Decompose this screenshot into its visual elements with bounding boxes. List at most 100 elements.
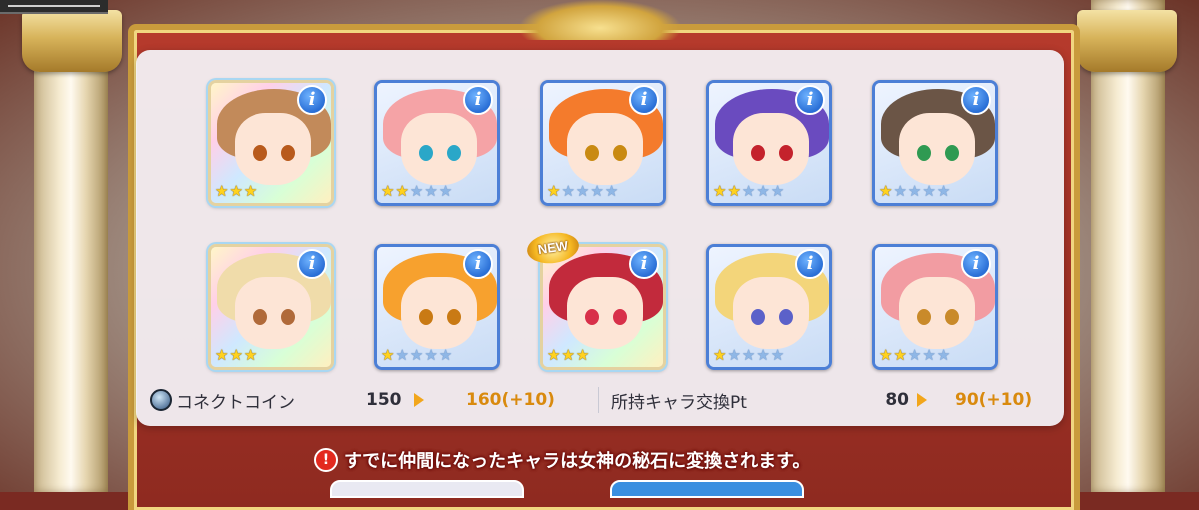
star-icon-empty: ★: [936, 182, 951, 200]
bottom-button-right[interactable]: [610, 480, 804, 498]
character-face: [733, 277, 809, 349]
right-pillar-capital: [1077, 10, 1177, 72]
character-eye: [945, 309, 959, 325]
character-eye: [281, 309, 295, 325]
info-icon-button[interactable]: i: [961, 85, 991, 115]
character-eye: [253, 309, 267, 325]
info-icon-button[interactable]: i: [961, 249, 991, 279]
star-rating: ★ ★ ★ ★ ★: [713, 183, 784, 199]
arrow-right-icon: [917, 393, 927, 407]
character-card[interactable]: i ★ ★ ★ ★ ★: [706, 80, 832, 206]
star-icon-empty: ★: [770, 346, 785, 364]
star-icon-empty: ★: [741, 346, 756, 364]
result-panel: i ★ ★ ★ i ★ ★ ★ ★ ★ i ★ ★ ★ ★ ★ i ★ ★ ★ ★ ★ i ★ ★ ★ ★ ★ i ★ ★ ★ i ★ ★ ★ ★ ★ i ★…: [136, 50, 1064, 426]
star-rating: ★ ★ ★ ★ ★: [879, 183, 950, 199]
character-eye: [751, 309, 765, 325]
character-card[interactable]: i ★ ★ ★ ★ ★: [374, 244, 500, 370]
info-icon-button[interactable]: i: [297, 249, 327, 279]
gold-crest-ornament: [520, 0, 680, 40]
star-icon-empty: ★: [395, 346, 409, 364]
info-icon-button[interactable]: i: [463, 85, 493, 115]
left-pillar-capital: [22, 10, 122, 72]
star-icon-empty: ★: [922, 346, 936, 364]
connect-coin-after: 160(+10): [466, 390, 555, 410]
divider: [598, 387, 599, 413]
info-icon-button[interactable]: i: [463, 249, 493, 279]
warning-text: すでに仲間になったキャラは女神の秘石に変換されます。: [344, 451, 811, 472]
star-icon-empty: ★: [604, 182, 619, 200]
character-eye: [419, 309, 433, 325]
star-icon-filled: ★: [575, 346, 590, 364]
character-card[interactable]: i ★ ★ ★: [208, 80, 334, 206]
character-card[interactable]: i ★ ★ ★ ★ ★: [374, 80, 500, 206]
arrow-right-icon: [414, 393, 424, 407]
star-rating: ★ ★ ★ ★ ★: [713, 347, 784, 363]
info-icon-button[interactable]: i: [629, 85, 659, 115]
character-card[interactable]: i ★ ★ ★ ★ ★: [706, 244, 832, 370]
character-eye: [585, 309, 599, 325]
info-icon-button[interactable]: i: [297, 85, 327, 115]
star-icon-empty: ★: [727, 346, 741, 364]
character-eye: [779, 309, 793, 325]
star-icon-empty: ★: [590, 182, 604, 200]
character-eye: [281, 145, 295, 161]
star-rating: ★ ★ ★ ★ ★: [381, 183, 452, 199]
star-icon-filled: ★: [229, 182, 243, 200]
conversion-warning: ! すでに仲間になったキャラは女神の秘石に変換されます。: [314, 444, 810, 476]
character-grid: i ★ ★ ★ i ★ ★ ★ ★ ★ i ★ ★ ★ ★ ★ i ★ ★ ★ ★ ★ i ★ ★ ★ ★ ★ i ★ ★ ★ i ★ ★ ★ ★ ★ i ★…: [208, 80, 998, 370]
coin-icon: [150, 389, 172, 411]
connect-coin-current: 150: [366, 390, 402, 410]
exchange-pt-label: 所持キャラ交換Pt: [611, 392, 747, 413]
star-icon-filled: ★: [893, 346, 907, 364]
star-rating: ★ ★ ★ ★ ★: [547, 183, 618, 199]
character-face: [235, 113, 311, 185]
star-icon-empty: ★: [409, 346, 424, 364]
star-icon-filled: ★: [727, 182, 741, 200]
star-icon-empty: ★: [561, 182, 575, 200]
star-icon-empty: ★: [575, 182, 590, 200]
info-icon-button[interactable]: i: [629, 249, 659, 279]
star-icon-empty: ★: [424, 346, 438, 364]
star-icon-empty: ★: [893, 182, 907, 200]
character-eye: [613, 309, 627, 325]
character-face: [899, 113, 975, 185]
star-icon-filled: ★: [879, 182, 893, 200]
star-rating: ★ ★ ★ ★ ★: [381, 347, 452, 363]
star-icon-filled: ★: [243, 346, 258, 364]
status-bar-indicator: [0, 0, 108, 14]
star-icon-filled: ★: [229, 346, 243, 364]
character-face: [401, 277, 477, 349]
character-eye: [945, 145, 959, 161]
character-eye: [447, 309, 461, 325]
character-card[interactable]: i ★ ★ ★ ★ ★: [872, 80, 998, 206]
star-icon-empty: ★: [756, 182, 770, 200]
star-icon-empty: ★: [424, 182, 438, 200]
left-pillar: [34, 0, 108, 492]
star-icon-filled: ★: [395, 182, 409, 200]
star-icon-filled: ★: [215, 346, 229, 364]
star-icon-empty: ★: [438, 182, 453, 200]
character-face: [235, 277, 311, 349]
info-icon-button[interactable]: i: [795, 85, 825, 115]
character-card[interactable]: i ★ ★ ★ NEW: [525, 229, 666, 370]
character-card[interactable]: i ★ ★ ★: [208, 244, 334, 370]
connect-coin-label: コネクトコイン: [176, 392, 295, 413]
character-eye: [779, 145, 793, 161]
star-icon-empty: ★: [907, 182, 922, 200]
info-icon-button[interactable]: i: [795, 249, 825, 279]
character-face: [733, 113, 809, 185]
character-card[interactable]: i ★ ★ ★ ★ ★: [540, 80, 666, 206]
character-face: [899, 277, 975, 349]
star-icon-empty: ★: [756, 346, 770, 364]
character-eye: [253, 145, 267, 161]
star-icon-filled: ★: [547, 346, 561, 364]
bottom-button-left[interactable]: [330, 480, 524, 498]
character-face: [401, 113, 477, 185]
character-eye: [917, 309, 931, 325]
character-eye: [447, 145, 461, 161]
character-card[interactable]: i ★ ★ ★ ★ ★: [872, 244, 998, 370]
star-icon-filled: ★: [547, 182, 561, 200]
star-icon-empty: ★: [936, 346, 951, 364]
exchange-pt-current: 80: [885, 390, 909, 410]
star-icon-filled: ★: [561, 346, 575, 364]
